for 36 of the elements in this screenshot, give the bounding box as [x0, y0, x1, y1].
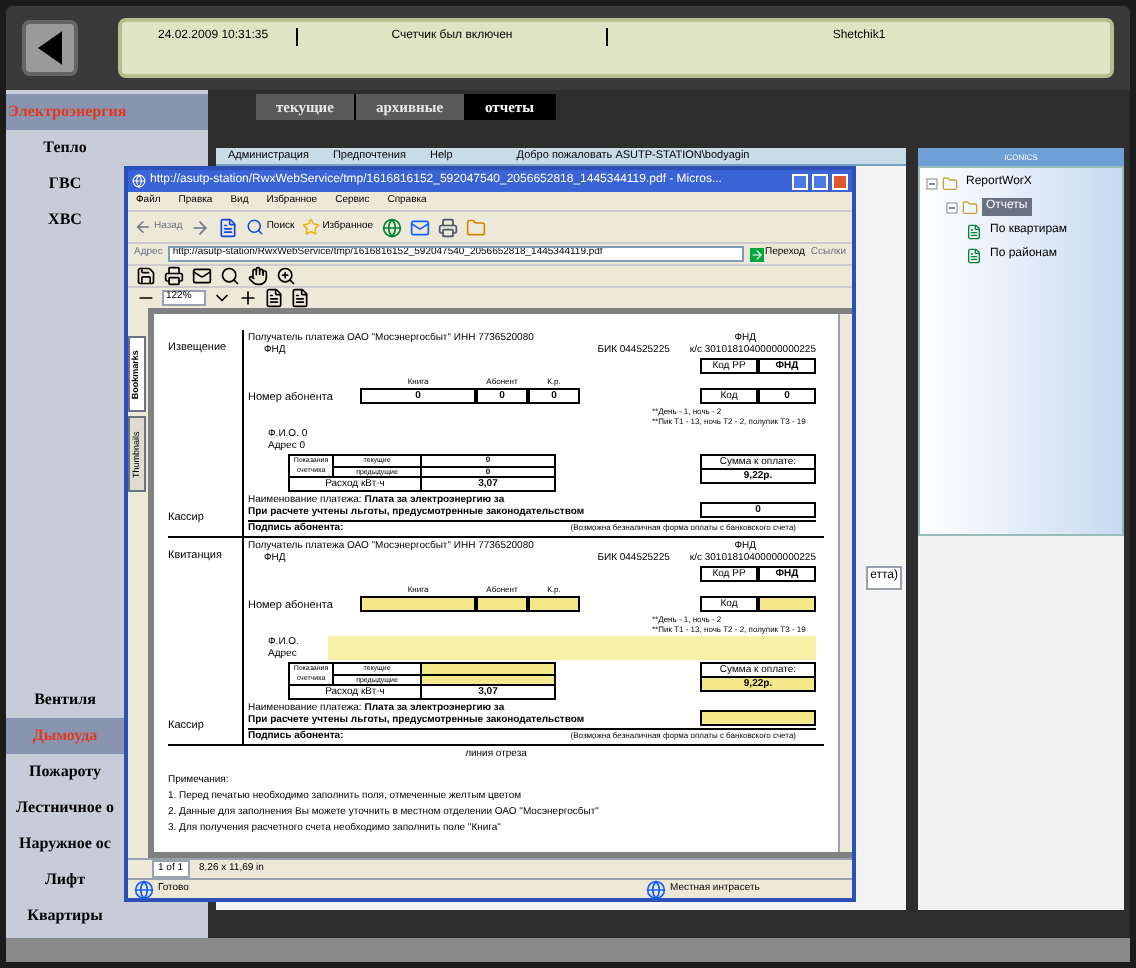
search-icon[interactable] [220, 266, 240, 286]
go-arrow-icon [749, 247, 764, 261]
sidebar-item[interactable]: Квартиры [8, 904, 122, 928]
star-icon [302, 218, 321, 236]
globe-icon[interactable] [381, 217, 402, 237]
back-button[interactable] [22, 20, 78, 76]
maximize-button[interactable] [812, 173, 828, 189]
folder-icon [962, 199, 978, 215]
forward-icon[interactable] [190, 217, 211, 237]
back-arrow-icon [134, 218, 152, 236]
close-button[interactable] [832, 173, 848, 189]
print-icon[interactable] [437, 217, 458, 237]
scrollbar[interactable] [838, 314, 852, 852]
sidebar-item[interactable]: Лестничное о [8, 796, 122, 820]
sidebar-item[interactable]: Тепло [8, 136, 122, 160]
zoom-in-icon[interactable] [276, 266, 296, 286]
sidebar-item[interactable]: ХВС [8, 208, 122, 232]
left-triangle-icon [38, 30, 62, 66]
sidebar-item[interactable]: ГВС [8, 172, 122, 196]
sidebar-item[interactable]: Наружное ос [8, 832, 122, 856]
globe-icon[interactable] [646, 879, 666, 899]
hand-icon[interactable] [248, 266, 268, 286]
zoom-in-icon[interactable] [238, 288, 258, 308]
minimize-button[interactable] [792, 173, 808, 189]
mail-icon[interactable] [192, 266, 212, 286]
print-icon[interactable] [164, 266, 184, 286]
sidebar-item[interactable]: Лифт [8, 868, 122, 892]
folder-icon [942, 175, 958, 191]
minus-box-icon[interactable] [926, 177, 938, 189]
search-icon [246, 218, 265, 236]
report-icon [966, 247, 982, 263]
minus-box-icon[interactable] [946, 201, 958, 213]
save-icon[interactable] [136, 266, 156, 286]
sidebar-item[interactable]: Пожароту [8, 760, 122, 784]
report-icon [966, 223, 982, 239]
sidebar-item[interactable]: Вентиля [8, 688, 122, 712]
